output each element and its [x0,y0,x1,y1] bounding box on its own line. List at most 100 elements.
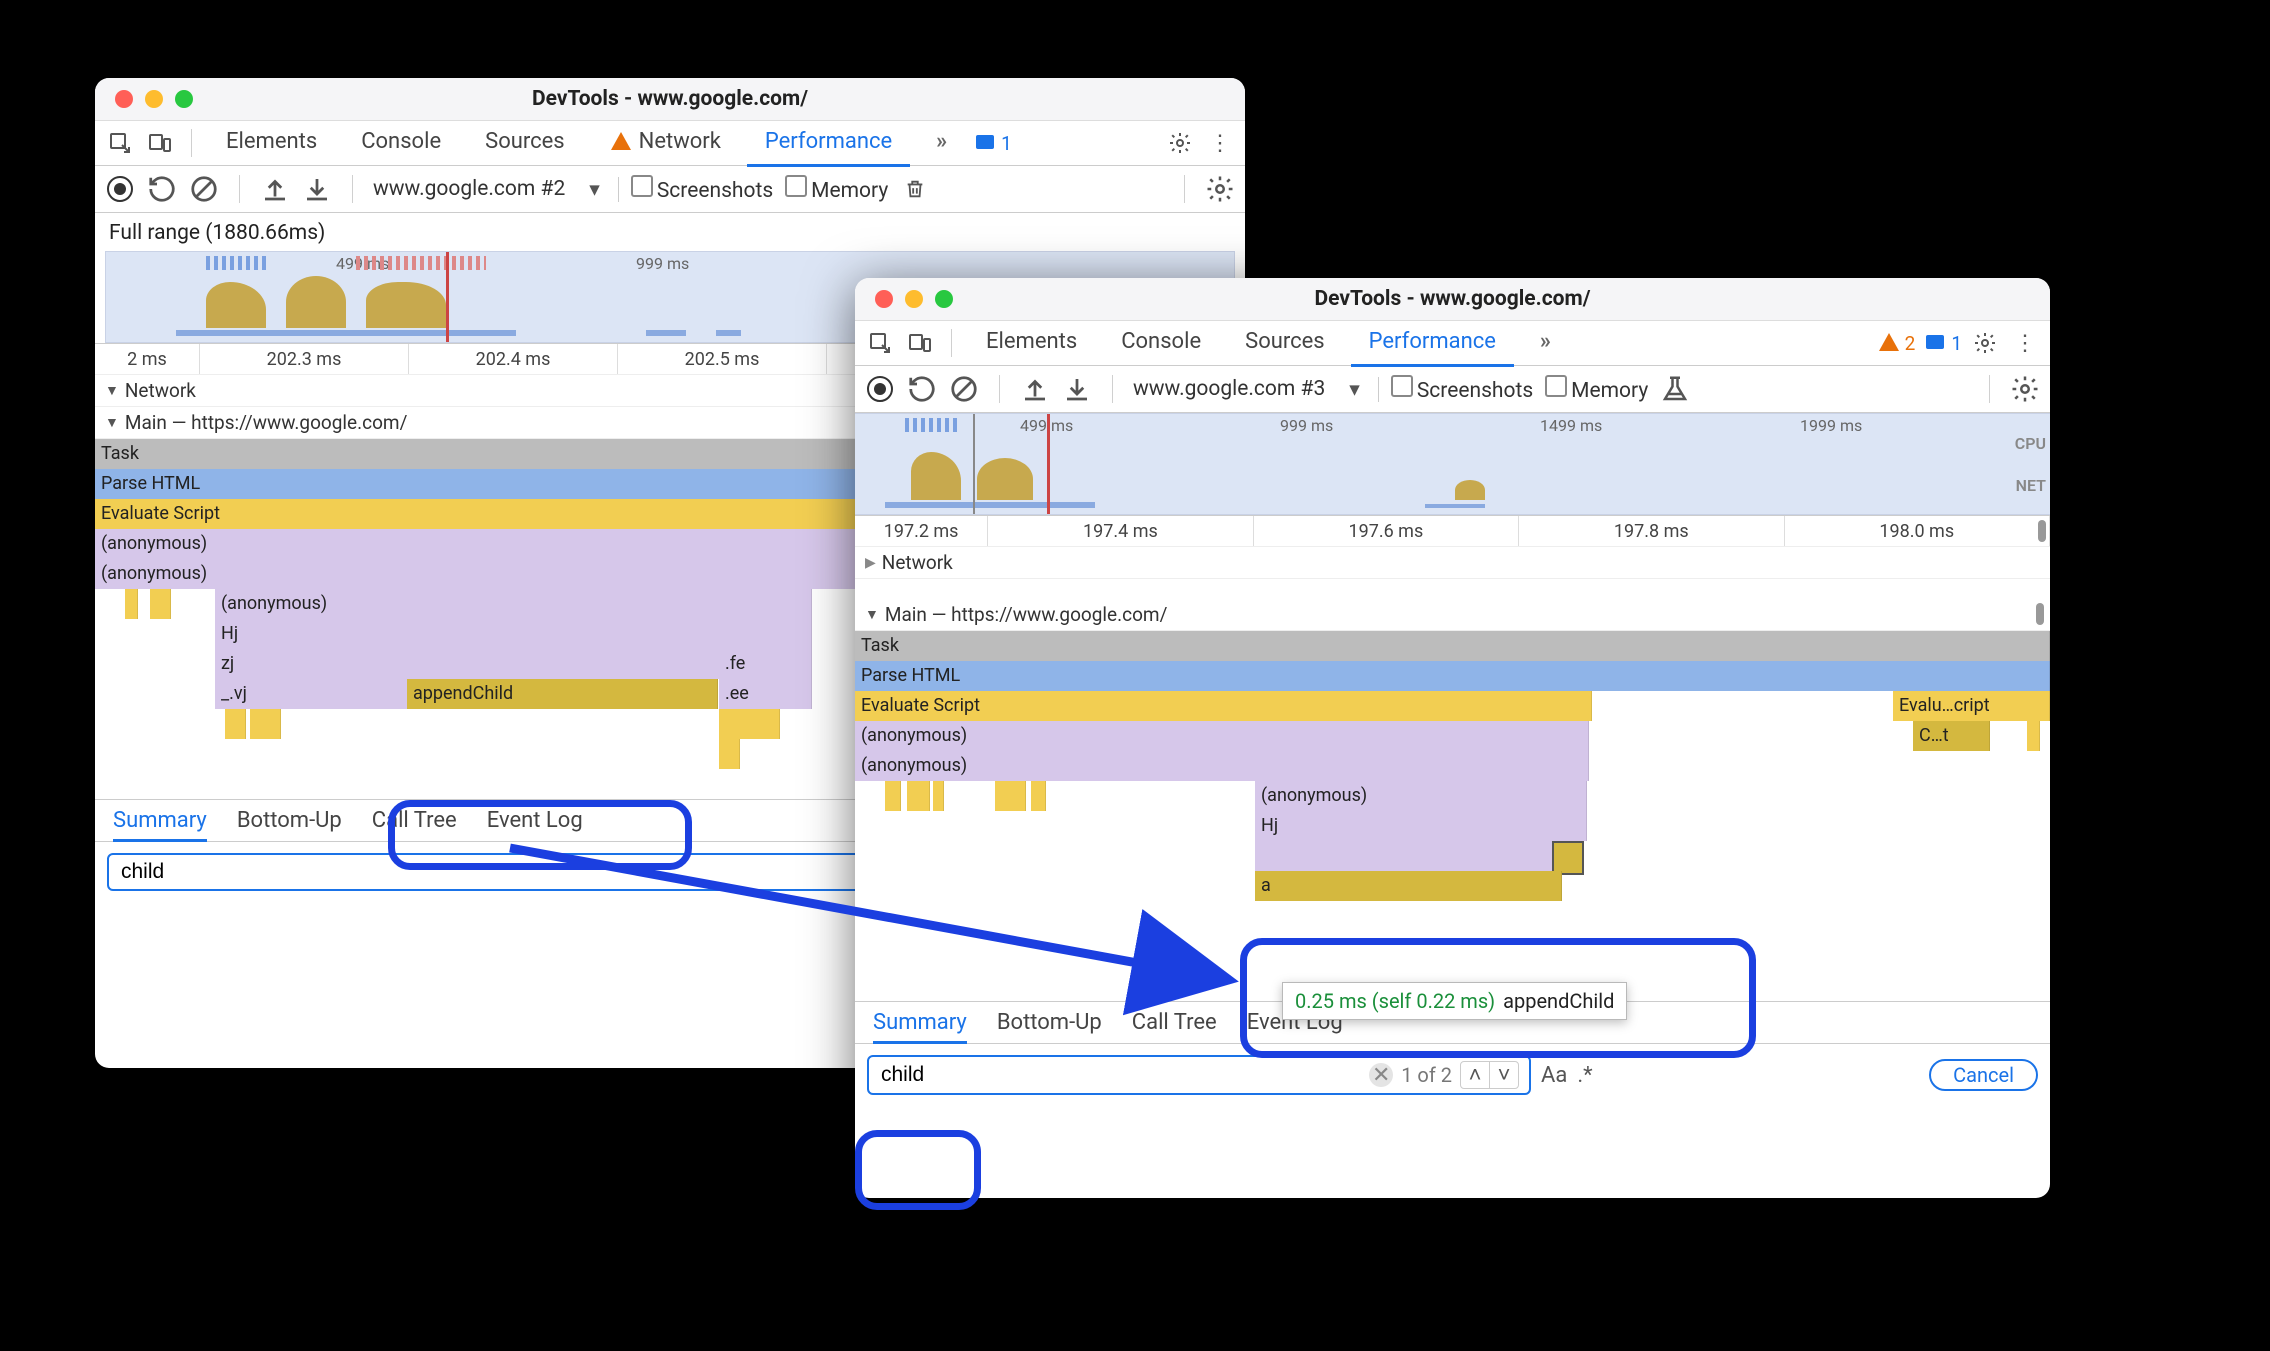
flame-fn-zj[interactable]: zj [215,649,722,679]
upload-icon[interactable] [260,174,290,204]
tab-sources[interactable]: Sources [1227,320,1343,367]
recording-select[interactable]: www.google.com #2▾ [373,177,619,202]
more-tabs[interactable]: » [918,120,965,167]
overview-net-label: NET [2016,476,2046,495]
upload-icon[interactable] [1020,374,1050,404]
perf-toolbar: www.google.com #3▾ Screenshots Memory [855,366,2050,413]
flame-anonymous[interactable]: (anonymous) [855,751,1589,781]
flame-chart[interactable]: Task Parse HTML Evaluate Script Evalu…cr… [855,631,2050,1001]
recording-select[interactable]: www.google.com #3▾ [1133,377,1379,402]
search-input-wrapper[interactable]: ✕ 1 of 2 ˄˅ [867,1055,1531,1095]
reload-icon[interactable] [147,174,177,204]
minimize-window-button[interactable] [145,90,163,108]
flame-anonymous[interactable]: (anonymous) [855,721,1589,751]
close-window-button[interactable] [875,290,893,308]
device-toggle-icon[interactable] [905,328,935,358]
window-title: DevTools - www.google.com/ [855,287,2050,311]
flame-append-child[interactable]: appendChild [407,679,718,709]
flame-parse-html[interactable]: Parse HTML [855,661,2050,691]
warnings-badge[interactable]: 2 [1877,331,1916,355]
flame-evaluate-script-2[interactable]: Evalu…cript [1893,691,2050,721]
device-toggle-icon[interactable] [145,128,175,158]
gear-icon[interactable] [1205,174,1235,204]
tab-bottom-up[interactable]: Bottom-Up [997,1010,1102,1044]
flame-ct[interactable]: C…t [1913,721,1990,751]
flame-fn-ee[interactable]: .ee [719,679,812,709]
tab-elements[interactable]: Elements [208,120,335,167]
download-icon[interactable] [302,174,332,204]
regex-toggle[interactable]: .* [1577,1063,1592,1088]
tab-summary[interactable]: Summary [873,1010,967,1044]
record-button[interactable] [105,174,135,204]
tab-console[interactable]: Console [343,120,459,167]
scrollbar-thumb[interactable] [2038,520,2046,542]
perf-toolbar: www.google.com #2▾ Screenshots Memory [95,166,1245,213]
screenshots-checkbox[interactable]: Screenshots [1391,375,1533,403]
screenshots-checkbox[interactable]: Screenshots [631,175,773,203]
flame-evaluate-script[interactable]: Evaluate Script [855,691,1592,721]
tab-performance[interactable]: Performance [1351,320,1514,367]
search-bar: ✕ 1 of 2 ˄˅ Aa .* Cancel [855,1045,2050,1105]
inspect-icon[interactable] [865,328,895,358]
tab-summary[interactable]: Summary [113,808,207,842]
issues-badge[interactable]: 1 [973,131,1012,155]
timeline-ruler[interactable]: 197.2 ms 197.4 ms 197.6 ms 197.8 ms 198.… [855,515,2050,547]
tab-performance[interactable]: Performance [747,120,910,167]
clear-icon[interactable] [949,374,979,404]
search-input[interactable] [879,1062,1361,1088]
flame-task[interactable]: Task [855,631,2050,661]
overview-tick: 1999 ms [1800,416,1862,435]
gear-icon[interactable] [1970,328,2000,358]
tab-network[interactable]: Network [591,120,739,167]
trash-icon[interactable] [900,174,930,204]
cancel-button[interactable]: Cancel [1929,1059,2038,1091]
network-track-header[interactable]: ▶Network [855,547,2050,579]
more-tabs[interactable]: » [1522,320,1569,367]
memory-checkbox[interactable]: Memory [785,175,888,203]
prev-match-icon[interactable]: ˄ [1461,1062,1490,1088]
case-toggle[interactable]: Aa [1541,1063,1567,1088]
minimize-window-button[interactable] [905,290,923,308]
flame-fn-hj[interactable]: Hj [215,619,812,649]
flame-fn-hj[interactable]: Hj [1255,811,1587,841]
flame-anonymous[interactable]: (anonymous) [215,589,812,619]
zoom-window-button[interactable] [935,290,953,308]
clear-icon[interactable] [189,174,219,204]
inspect-icon[interactable] [105,128,135,158]
flame-fn-a[interactable]: a [1255,871,1562,901]
zoom-window-button[interactable] [175,90,193,108]
tab-elements[interactable]: Elements [968,320,1095,367]
broom-icon[interactable] [1660,374,1690,404]
clear-search-icon[interactable]: ✕ [1369,1063,1393,1087]
gear-icon[interactable] [2010,374,2040,404]
scrollbar-thumb[interactable] [2036,603,2044,625]
gear-icon[interactable] [1165,128,1195,158]
tab-event-log[interactable]: Event Log [487,808,583,842]
issues-badge[interactable]: 1 [1923,331,1962,355]
window-title: DevTools - www.google.com/ [95,87,1245,111]
download-icon[interactable] [1062,374,1092,404]
flame-fn-vj[interactable]: _.vj [215,679,410,709]
main-track-header[interactable]: ▼Main — https://www.google.com/ [855,599,2050,631]
kebab-icon[interactable]: ⋮ [1205,128,1235,158]
tab-call-tree[interactable]: Call Tree [1132,1010,1217,1044]
flame-fn-fe[interactable]: .fe [719,649,812,679]
flame-anonymous[interactable]: (anonymous) [1255,781,1587,811]
flame-fn[interactable] [1255,841,1557,875]
close-window-button[interactable] [115,90,133,108]
overview-tick: 999 ms [1280,416,1333,435]
kebab-icon[interactable]: ⋮ [2010,328,2040,358]
overview-cpu-label: CPU [2015,434,2046,453]
tab-sources[interactable]: Sources [467,120,583,167]
overview-tick: 999 ms [636,254,689,273]
timeline-range-label: Full range (1880.66ms) [95,213,1245,249]
tab-call-tree[interactable]: Call Tree [372,808,457,842]
perf-overview[interactable]: 499 ms 999 ms 1499 ms 1999 ms CPU NET [855,413,2050,515]
search-nav-buttons[interactable]: ˄˅ [1460,1061,1519,1089]
reload-icon[interactable] [907,374,937,404]
tab-bottom-up[interactable]: Bottom-Up [237,808,342,842]
next-match-icon[interactable]: ˅ [1490,1062,1518,1088]
tab-console[interactable]: Console [1103,320,1219,367]
record-button[interactable] [865,374,895,404]
memory-checkbox[interactable]: Memory [1545,375,1648,403]
